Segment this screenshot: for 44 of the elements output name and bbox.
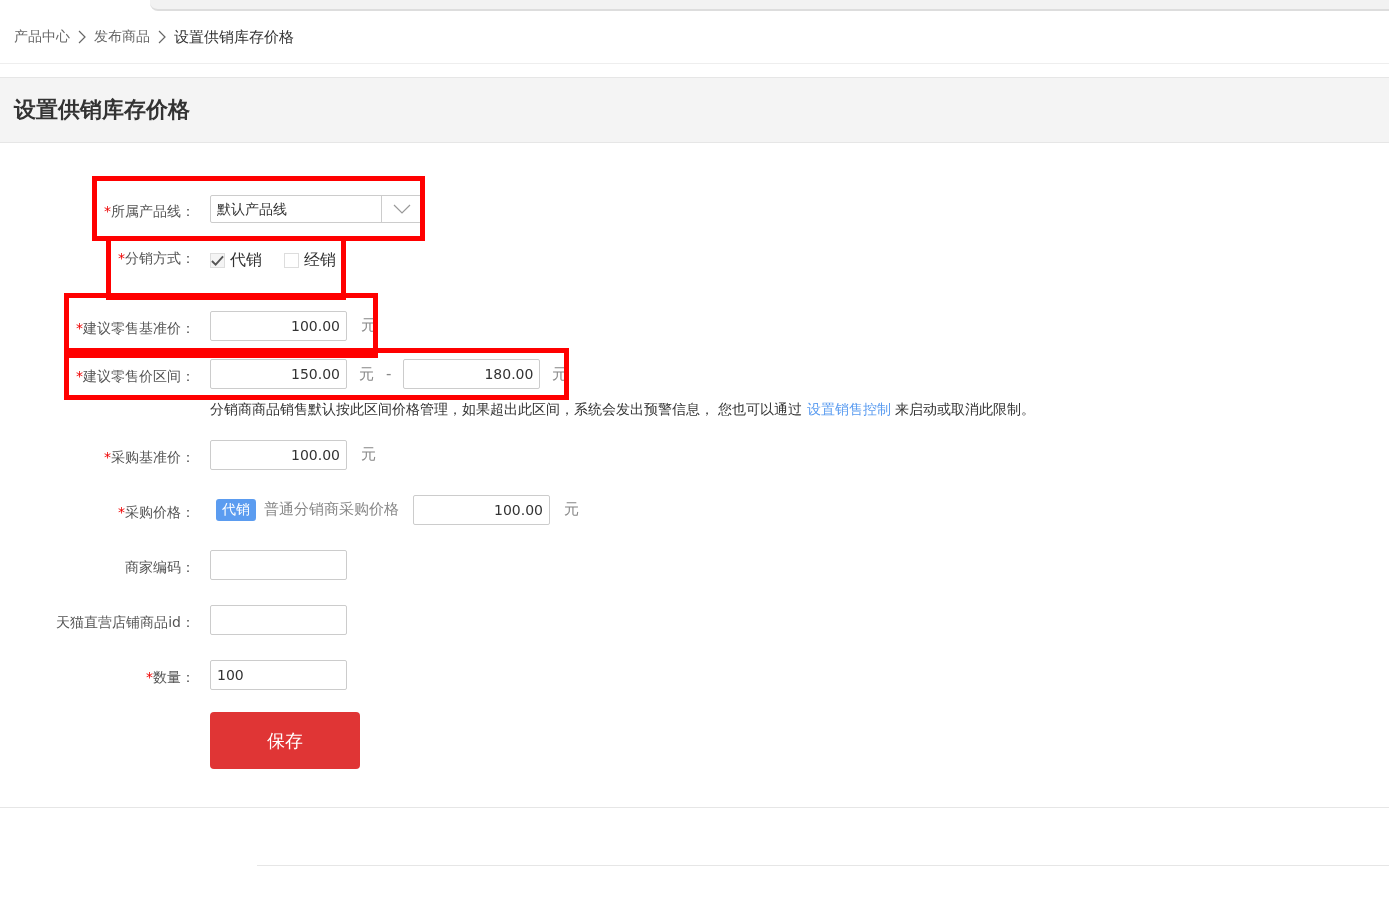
checkbox[interactable] xyxy=(210,253,225,268)
save-button[interactable]: 保存 xyxy=(210,712,360,769)
range-dash: - xyxy=(386,365,392,383)
max-price-input[interactable]: 180.00 xyxy=(403,359,541,389)
text-input[interactable] xyxy=(210,549,347,580)
price-input[interactable]: 100.00 xyxy=(413,494,550,525)
page-title: 设置供销库存价格 xyxy=(14,96,190,124)
chevron-down-icon xyxy=(393,203,411,214)
price-caption: 普通分销商采购价格 xyxy=(264,500,399,519)
unit-label: 元 xyxy=(564,500,579,519)
field-label: 采购基准价： xyxy=(111,448,195,467)
breadcrumb-link[interactable]: 设置供销库存价格 xyxy=(174,27,294,47)
field-label: 建议零售价区间： xyxy=(83,368,195,386)
required-asterisk: * xyxy=(76,319,83,338)
unit-label: 元 xyxy=(359,364,374,384)
required-asterisk: * xyxy=(104,448,111,467)
price-input[interactable]: 100.00 xyxy=(210,310,347,341)
price-input[interactable]: 100.00 xyxy=(210,439,347,470)
product-line-select[interactable]: 默认产品线 xyxy=(210,194,423,223)
text-input[interactable] xyxy=(210,604,347,635)
checkbox-label: 代销 xyxy=(230,250,262,271)
required-asterisk: * xyxy=(118,250,125,268)
consignment-tag: 代销 xyxy=(216,498,256,521)
chevron-right-icon xyxy=(78,30,86,44)
field-label: 分销方式： xyxy=(125,250,195,268)
required-asterisk: * xyxy=(146,668,153,687)
field-label: 建议零售基准价： xyxy=(83,319,195,338)
breadcrumb-link[interactable]: 产品中心 xyxy=(14,28,70,46)
required-asterisk: * xyxy=(76,368,83,386)
field-label: 商家编码： xyxy=(125,558,195,577)
required-asterisk: * xyxy=(104,202,111,221)
chevron-right-icon xyxy=(158,30,166,44)
text-input[interactable]: 100 xyxy=(210,659,347,690)
checkbox[interactable] xyxy=(284,253,299,268)
breadcrumb-link[interactable]: 发布商品 xyxy=(94,28,150,46)
min-price-input[interactable]: 150.00 xyxy=(210,359,347,389)
field-label: 天猫直营店铺商品id： xyxy=(56,613,195,632)
unit-label: 元 xyxy=(361,445,376,464)
required-asterisk: * xyxy=(118,503,125,522)
checkbox-label: 经销 xyxy=(304,250,336,271)
hint-text: 分销商商品销售默认按此区间价格管理，如果超出此区间，系统会发出预警信息， 您也可以通过 设置销售控制 来启动或取消此限制。 xyxy=(210,401,1036,419)
field-label: 数量： xyxy=(153,668,195,687)
field-label: 采购价格： xyxy=(125,503,195,522)
field-label: 所属产品线： xyxy=(111,202,195,221)
